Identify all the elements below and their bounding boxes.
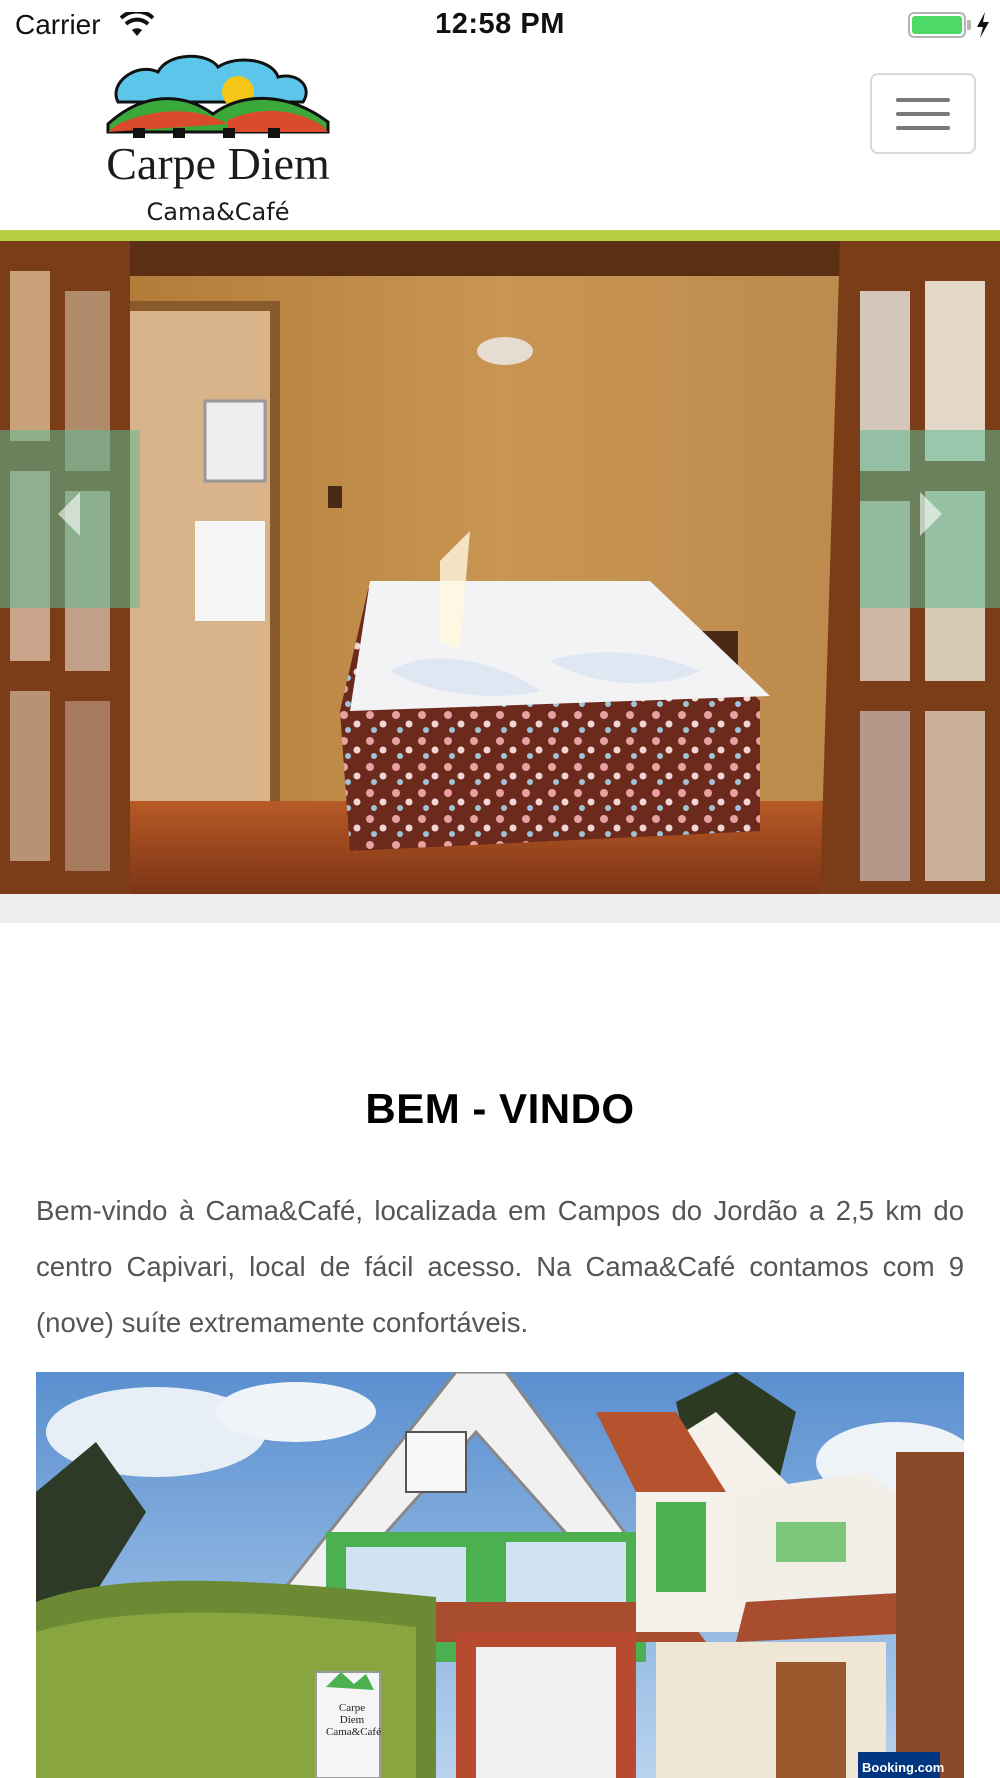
battery-icon (908, 12, 966, 38)
hamburger-icon-bar (896, 125, 950, 130)
hamburger-icon (896, 97, 950, 102)
status-bar: Carrier 12:58 PM (0, 0, 1000, 50)
sign-title: Carpe Diem (338, 1702, 366, 1726)
carousel-footer-bar (0, 894, 1000, 923)
header-accent-line (0, 230, 1000, 241)
battery-level (912, 16, 962, 34)
carousel-prev-button[interactable] (0, 430, 140, 608)
welcome-title: BEM - VINDO (365, 1085, 635, 1132)
logo-emblem (106, 54, 330, 138)
menu-toggle-button[interactable] (870, 73, 976, 154)
page: { "status_bar": { "carrier": "Carrier", … (0, 0, 1000, 1778)
logo[interactable]: Carpe Diem Cama&Café (88, 52, 358, 232)
carousel-slide-bedroom (0, 241, 1000, 894)
booking-badge: Booking.com (858, 1752, 944, 1778)
welcome-text: Bem-vindo à Cama&Café, localizada em Cam… (36, 1195, 964, 1338)
battery-tip (967, 20, 971, 30)
site-header: Carpe Diem Cama&Café (0, 50, 1000, 230)
chevron-right-icon (920, 492, 942, 536)
hamburger-icon-bar (896, 111, 950, 116)
sign-label: Carpe Diem Cama&Café (326, 1702, 381, 1738)
carousel-next-button[interactable] (860, 430, 1000, 608)
house-illustration (36, 1372, 964, 1778)
sign-subtitle: Cama&Café (326, 1726, 381, 1738)
chevron-left-icon (58, 492, 80, 536)
logo-title: Carpe Diem (106, 138, 330, 189)
logo-subtitle: Cama&Café (146, 198, 290, 226)
image-carousel[interactable] (0, 241, 1000, 894)
clock-time: 12:58 PM (435, 8, 565, 40)
guesthouse-photo: Carpe Diem Cama&Café Booking.com (36, 1372, 964, 1778)
bolt-icon (977, 12, 989, 38)
